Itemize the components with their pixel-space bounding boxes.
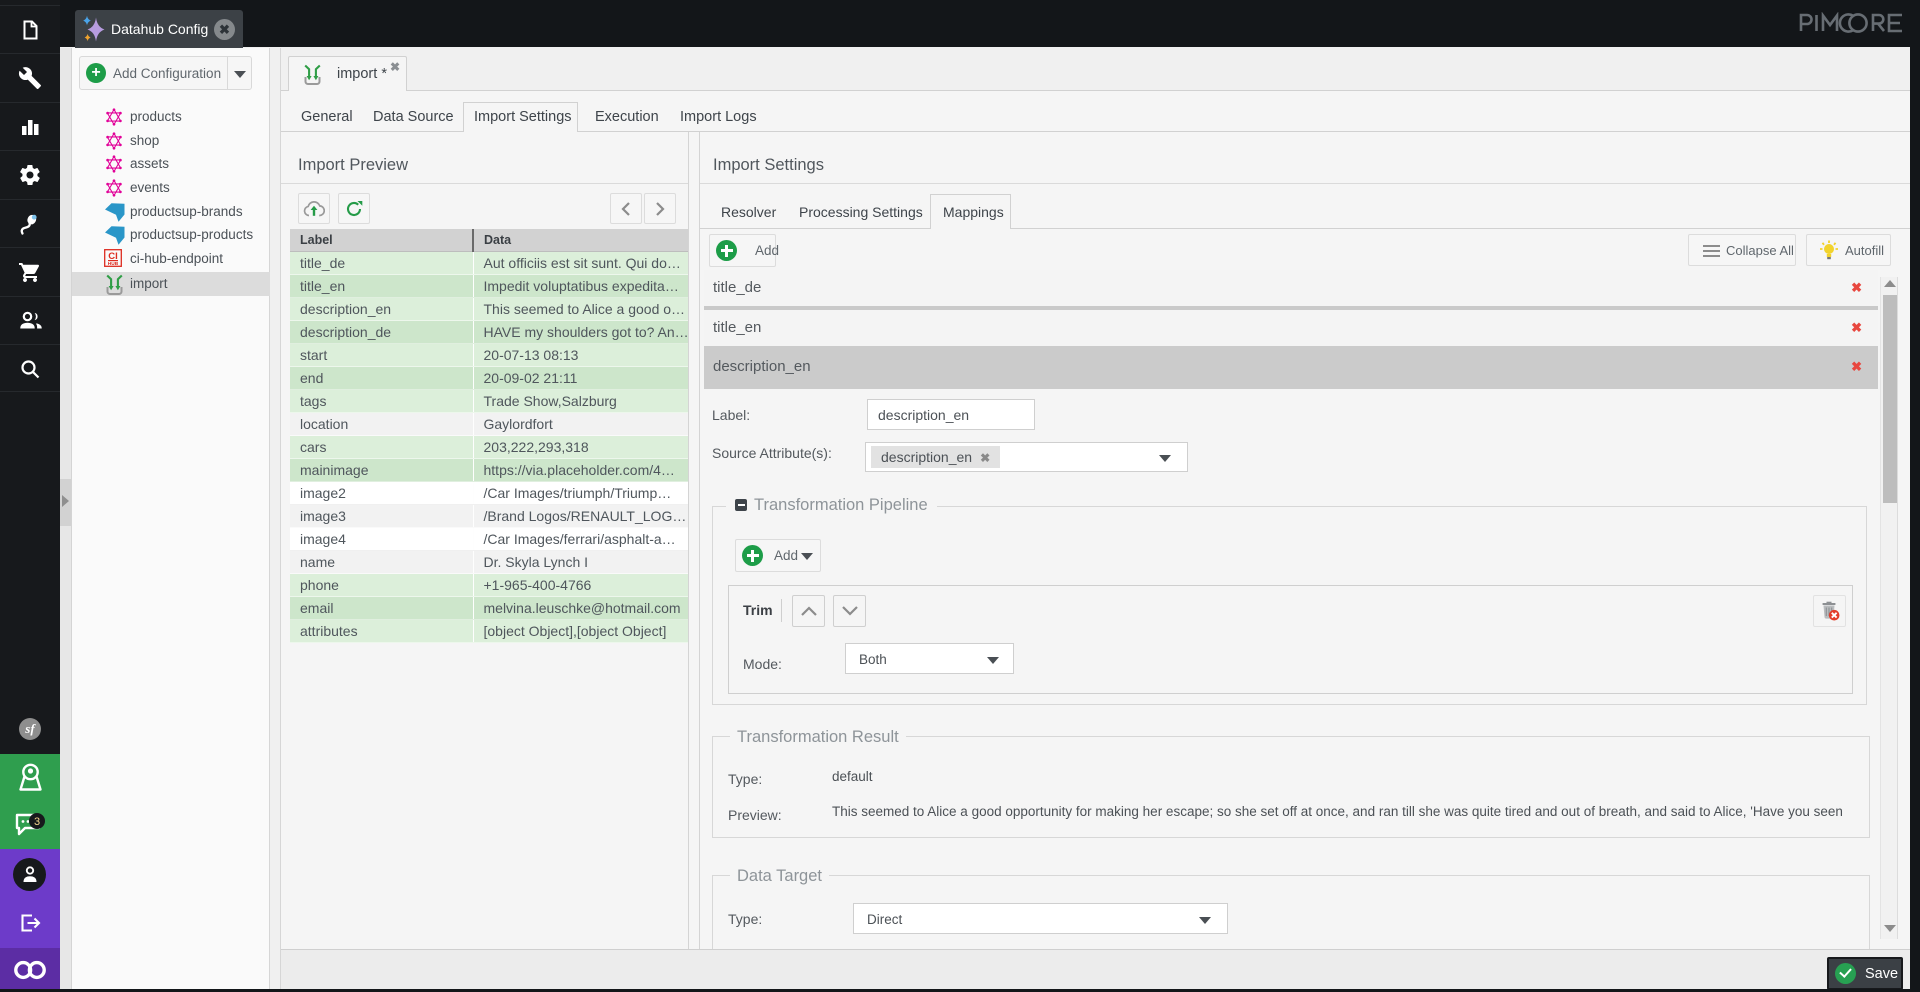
svg-text:3: 3: [34, 816, 40, 828]
